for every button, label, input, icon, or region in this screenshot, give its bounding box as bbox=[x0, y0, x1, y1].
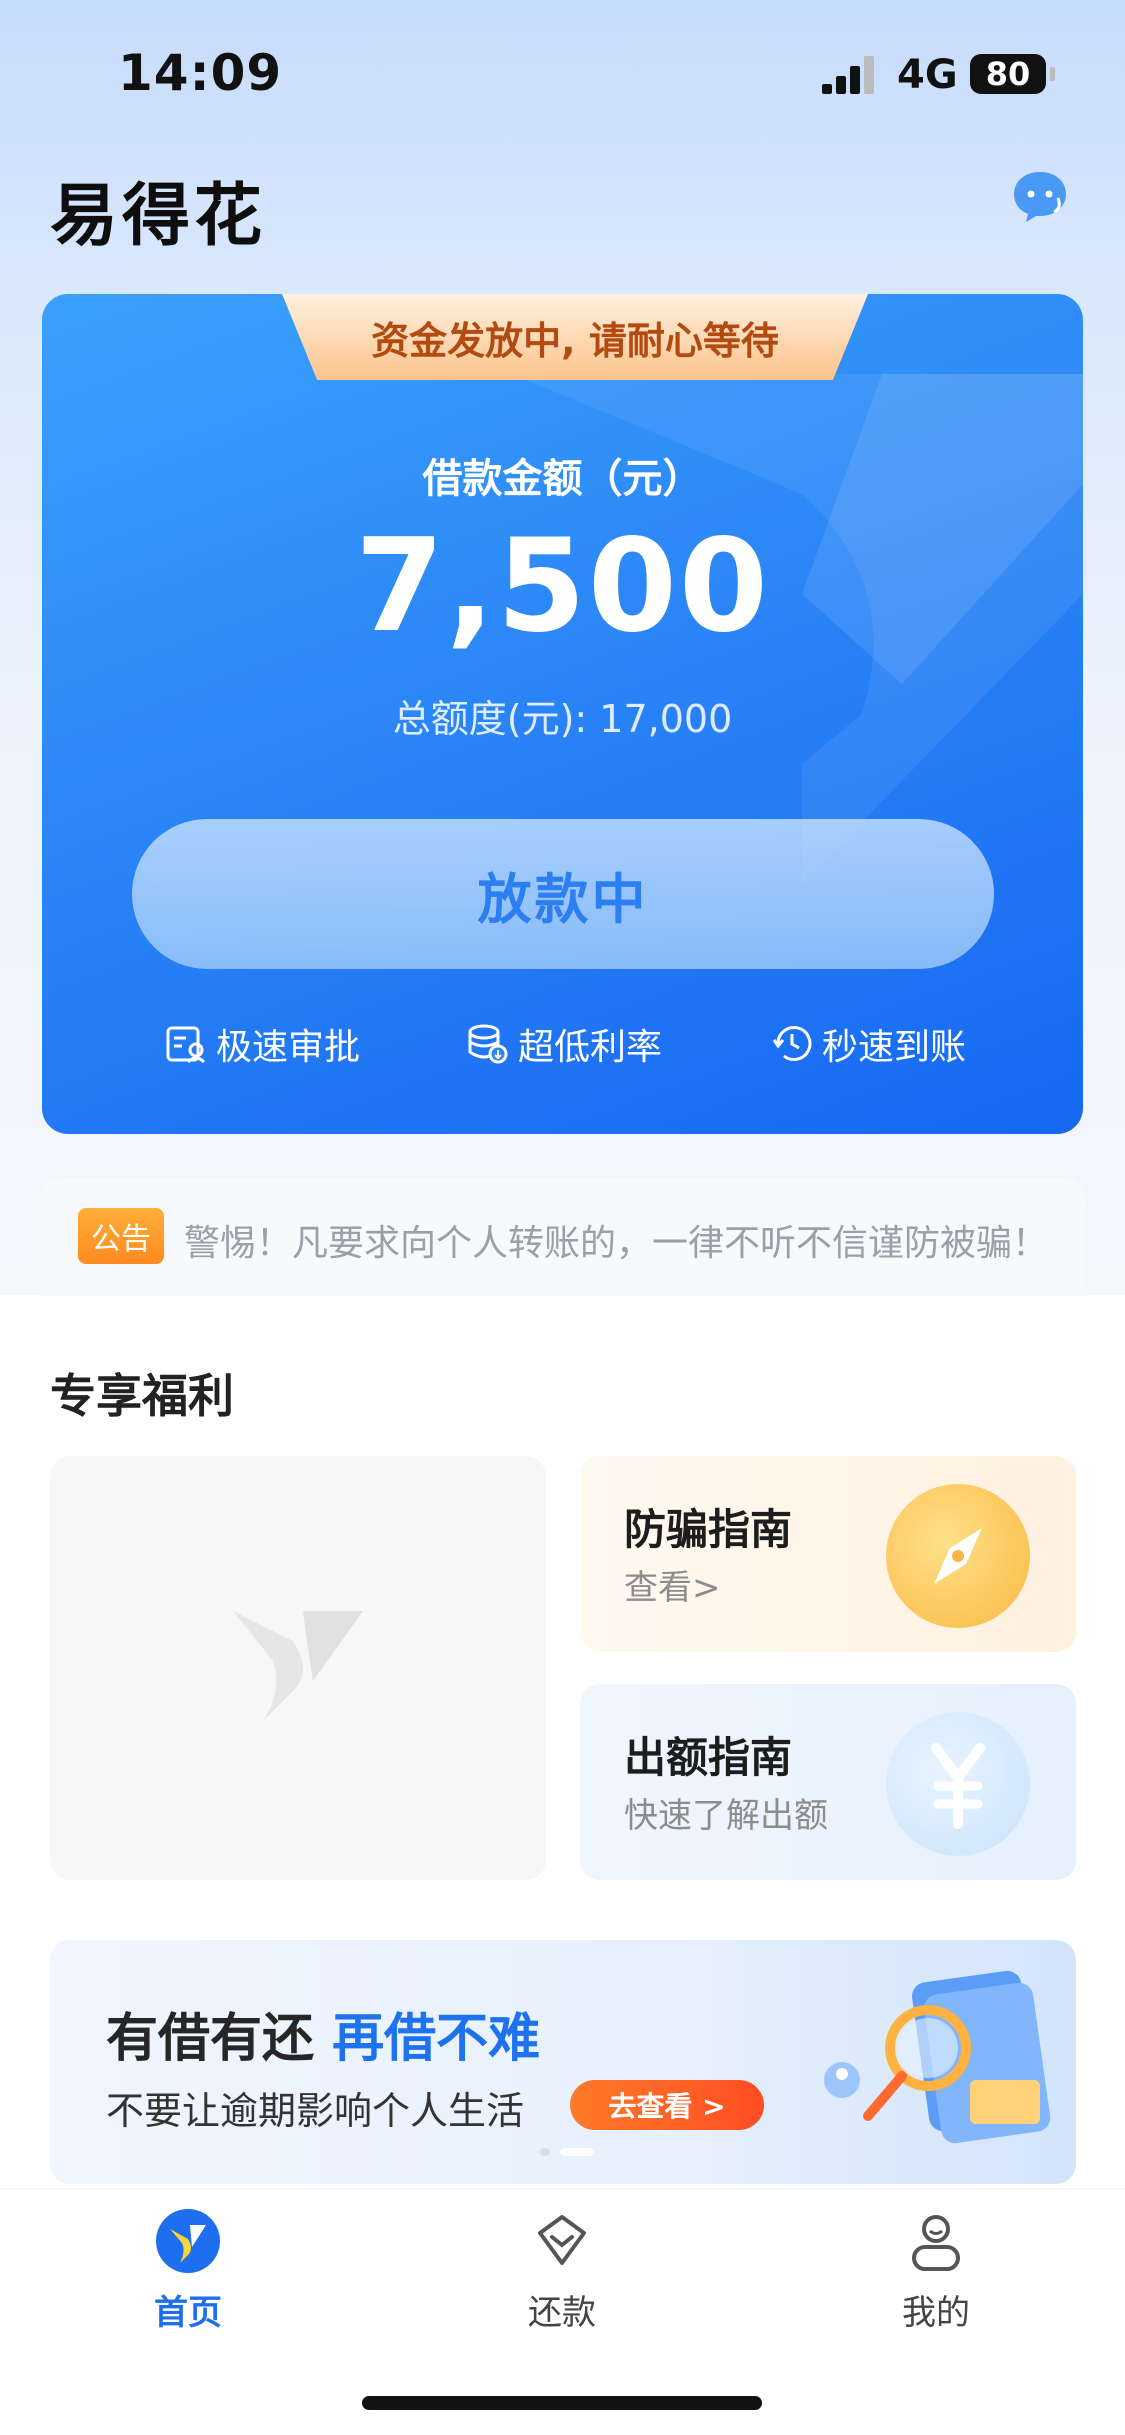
feature-label: 极速审批 bbox=[216, 1027, 361, 1068]
signal-icon bbox=[822, 54, 882, 94]
benefits-title: 专享福利 bbox=[50, 1369, 234, 1423]
network-type: 4G bbox=[897, 52, 958, 98]
compass-icon bbox=[886, 1484, 1030, 1628]
home-indicator bbox=[362, 2396, 762, 2410]
promo-title-text: 有借有还 bbox=[106, 2009, 315, 2069]
coins-icon bbox=[468, 1024, 508, 1064]
anti-fraud-guide-card[interactable]: 防骗指南 查看> bbox=[580, 1456, 1076, 1652]
tab-label: 首页 bbox=[154, 2293, 222, 2333]
benefit-banner-placeholder[interactable] bbox=[50, 1456, 546, 1880]
tab-label: 还款 bbox=[528, 2293, 596, 2333]
notice-tag: 公告 bbox=[78, 1208, 164, 1264]
notice-text: 警惕！凡要求向个人转账的，一律不听不信谨防被骗！ bbox=[184, 1223, 1049, 1264]
placeholder-logo-icon bbox=[233, 1611, 363, 1721]
battery-icon: 80 bbox=[970, 54, 1055, 94]
feature-list: 极速审批 超低利率 秒速到账 bbox=[42, 1014, 1083, 1074]
tab-label: 我的 bbox=[902, 2293, 970, 2333]
repay-icon bbox=[538, 2215, 586, 2265]
disbursing-status-banner: 资金发放中, 请耐心等待 bbox=[282, 294, 868, 380]
promo-view-button[interactable]: 去查看 > bbox=[570, 2080, 764, 2130]
notice-bar[interactable]: 公告 警惕！凡要求向个人转账的，一律不听不信谨防被骗！ bbox=[40, 1178, 1085, 1296]
feature-label: 超低利率 bbox=[518, 1027, 663, 1068]
credit-guide-card[interactable]: 出额指南 快速了解出额 bbox=[580, 1684, 1076, 1880]
clock-icon bbox=[772, 1026, 812, 1061]
feature-label: 秒速到账 bbox=[822, 1027, 967, 1068]
status-bar: 14:09 4G 80 bbox=[0, 0, 1125, 150]
battery-level: 80 bbox=[985, 55, 1031, 93]
tab-home[interactable]: 首页 bbox=[88, 2209, 288, 2339]
loan-amount-value: 7,500 bbox=[355, 512, 770, 661]
feature-instant-arrival: 秒速到账 bbox=[770, 1014, 966, 1074]
loan-status-card: 资金发放中, 请耐心等待 借款金额（元） 7,500 总额度(元): 17,00… bbox=[42, 294, 1083, 1134]
promo-title: 有借有还 再借不难 bbox=[106, 1996, 540, 2071]
guide-title: 防骗指南 bbox=[624, 1505, 793, 1554]
guide-subtitle: 快速了解出额 bbox=[624, 1796, 828, 1836]
app-title: 易得花 bbox=[50, 177, 267, 256]
yuan-icon bbox=[886, 1712, 1030, 1856]
guide-subtitle: 查看> bbox=[624, 1568, 721, 1608]
guide-title: 出额指南 bbox=[624, 1733, 793, 1782]
approval-icon bbox=[166, 1026, 206, 1064]
profile-icon bbox=[912, 2215, 960, 2271]
promo-subtitle: 不要让逾期影响个人生活 bbox=[106, 2089, 525, 2133]
disbursing-button[interactable]: 放款中 bbox=[132, 819, 994, 969]
feature-fast-approval: 极速审批 bbox=[164, 1014, 360, 1074]
feature-low-rate: 超低利率 bbox=[466, 1014, 662, 1074]
home-logo-icon bbox=[156, 2209, 220, 2273]
loan-amount-label: 借款金额（元） bbox=[422, 456, 703, 502]
credit-illustration-icon bbox=[824, 1970, 1051, 2144]
status-time: 14:09 bbox=[118, 44, 283, 102]
tab-repay[interactable]: 还款 bbox=[462, 2209, 662, 2339]
total-credit-limit: 总额度(元): 17,000 bbox=[392, 697, 733, 741]
tab-profile[interactable]: 我的 bbox=[836, 2209, 1036, 2339]
carousel-indicator bbox=[540, 2148, 600, 2158]
promo-title-highlight: 再借不难 bbox=[332, 2009, 541, 2069]
customer-service-chat-icon[interactable] bbox=[1010, 168, 1070, 224]
